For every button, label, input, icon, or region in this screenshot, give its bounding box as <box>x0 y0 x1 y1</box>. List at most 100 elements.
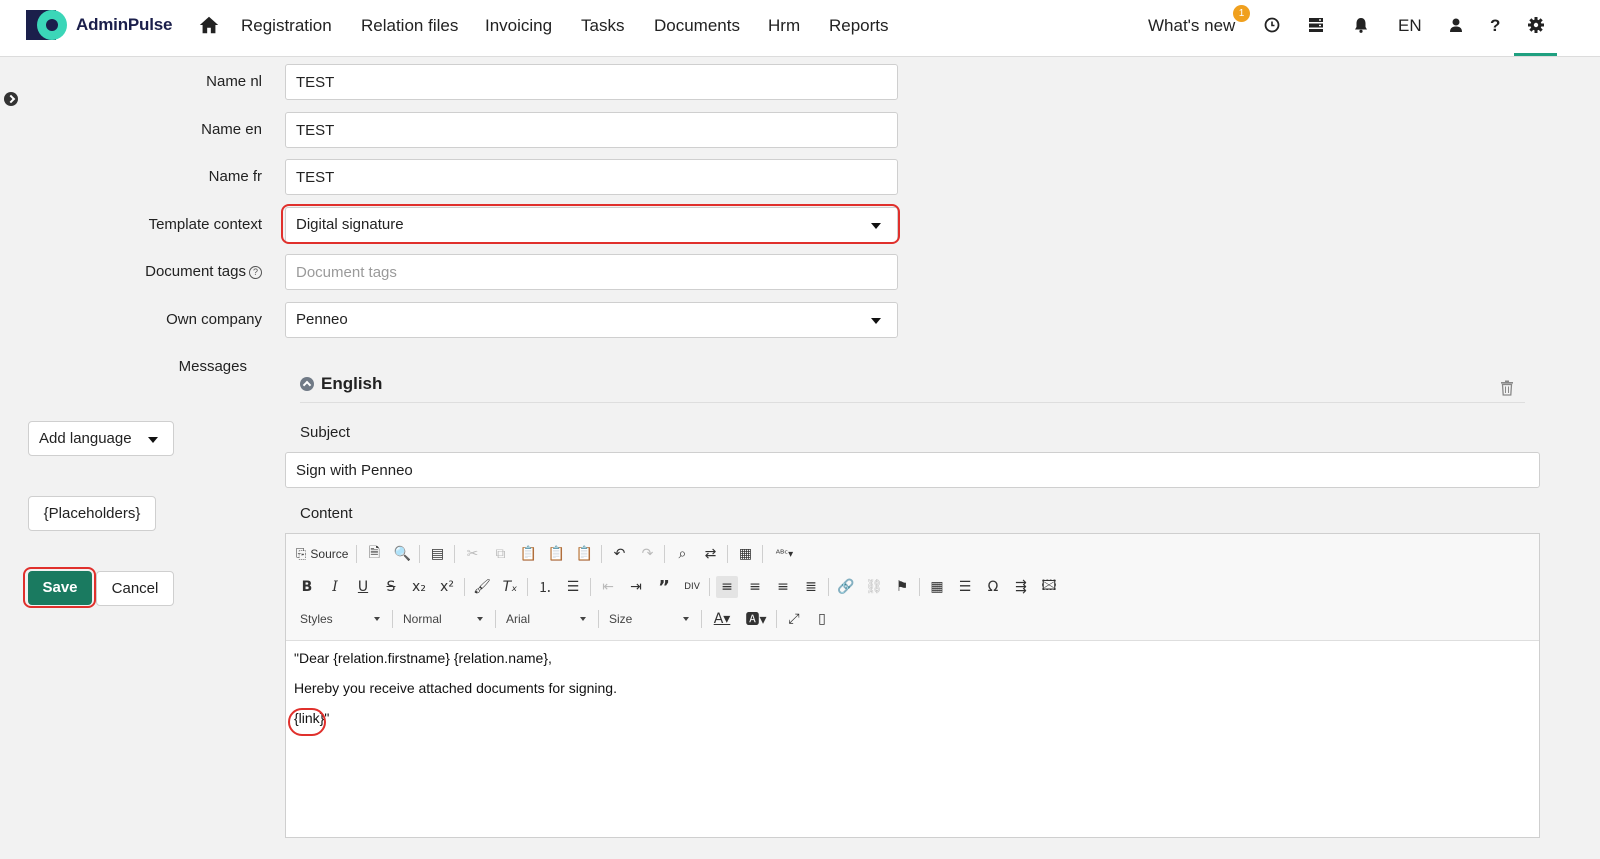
name-en-input[interactable] <box>285 112 898 148</box>
remove-format-icon[interactable]: Tₓ <box>499 576 521 598</box>
subject-input[interactable] <box>285 452 1540 488</box>
language-switch[interactable]: EN <box>1398 16 1422 36</box>
trash-icon[interactable] <box>1500 380 1514 396</box>
justify-icon[interactable]: ≣ <box>800 576 822 598</box>
spellcheck-icon[interactable]: ᴬᴮᶜ▾ <box>769 543 799 565</box>
template-context-select[interactable]: Digital signature <box>285 207 898 243</box>
italic-icon[interactable]: I <box>324 576 346 598</box>
placeholders-button[interactable]: {Placeholders} <box>28 496 156 531</box>
bulleted-list-icon[interactable]: ☰ <box>562 576 584 598</box>
document-tags-label: Document tags? <box>145 263 262 280</box>
server-icon[interactable] <box>1306 15 1326 35</box>
nav-hrm[interactable]: Hrm <box>768 16 800 36</box>
undo-icon[interactable]: ↶ <box>608 543 630 565</box>
align-center-icon[interactable]: ≡ <box>744 576 766 598</box>
subscript-icon[interactable]: x₂ <box>408 576 430 598</box>
rich-text-editor[interactable]: ⎘ Source 🗎 🔍 ▤ ✂ ⧉ 📋 📋 📋 ↶ ↷ ⌕ ⇄ ▦ ᴬᴮᶜ▾ B <box>285 533 1540 838</box>
nav-registration[interactable]: Registration <box>241 16 332 36</box>
templates-icon[interactable]: ▤ <box>426 543 448 565</box>
anchor-flag-icon[interactable]: ⚑ <box>891 576 913 598</box>
table-icon[interactable]: ▦ <box>926 576 948 598</box>
cut-icon[interactable]: ✂ <box>461 543 483 565</box>
redo-icon[interactable]: ↷ <box>636 543 658 565</box>
home-icon[interactable] <box>198 14 220 36</box>
paste-icon[interactable]: 📋 <box>517 543 539 565</box>
language-section-header[interactable]: English <box>300 374 382 394</box>
sidebar-toggle-icon[interactable] <box>4 92 18 106</box>
name-fr-input[interactable] <box>285 159 898 195</box>
div-container-icon[interactable]: DIV <box>681 576 703 598</box>
adminpulse-logo-icon <box>26 10 70 40</box>
bell-icon[interactable] <box>1351 15 1371 35</box>
select-all-icon[interactable]: ▦ <box>734 543 756 565</box>
question-circle-icon[interactable]: ? <box>249 266 262 279</box>
background-color-icon[interactable]: 🅰▾ <box>742 608 770 630</box>
own-company-label: Own company <box>166 311 262 328</box>
nav-relation-files[interactable]: Relation files <box>361 16 458 36</box>
name-nl-input[interactable] <box>285 64 898 100</box>
chevron-down-icon <box>683 617 689 621</box>
link-icon[interactable]: 🔗 <box>835 576 857 598</box>
underline-icon[interactable]: U <box>352 576 374 598</box>
format-label: Normal <box>403 612 442 626</box>
own-company-select[interactable]: Penneo <box>285 302 898 338</box>
toolbar-separator <box>601 545 603 563</box>
clock-icon[interactable] <box>1262 15 1282 35</box>
save-doc-icon[interactable]: 🗎 <box>363 543 385 565</box>
source-button[interactable]: ⎘ Source <box>296 546 348 562</box>
gear-icon[interactable] <box>1526 15 1546 35</box>
strikethrough-icon[interactable]: S <box>380 576 402 598</box>
toolbar-separator <box>727 545 729 563</box>
toolbar-row-3: Styles Normal Arial Size A▾ 🅰▾ ⤢ ▯ <box>296 607 839 631</box>
paste-word-icon[interactable]: 📋 <box>573 543 595 565</box>
outdent-icon[interactable]: ⇤ <box>597 576 619 598</box>
find-icon[interactable]: ⌕ <box>671 543 693 565</box>
bold-icon[interactable]: B <box>296 576 318 598</box>
editor-content[interactable]: "Dear {relation.firstname} {relation.nam… <box>294 650 1531 740</box>
show-blocks-icon[interactable]: ▯ <box>811 608 833 630</box>
superscript-icon[interactable]: x² <box>436 576 458 598</box>
user-icon[interactable] <box>1446 15 1466 35</box>
chevron-up-icon[interactable] <box>300 377 314 391</box>
chevron-down-icon <box>871 223 881 229</box>
special-char-icon[interactable]: Ω <box>982 576 1004 598</box>
save-button[interactable]: Save <box>28 571 92 605</box>
maximize-icon[interactable]: ⤢ <box>783 608 805 630</box>
unlink-icon[interactable]: ⛓ <box>863 576 885 598</box>
nav-documents[interactable]: Documents <box>654 16 740 36</box>
indent-icon[interactable]: ⇥ <box>625 576 647 598</box>
help-icon[interactable]: ? <box>1490 16 1500 36</box>
format-dropdown[interactable]: Normal <box>399 612 487 626</box>
align-right-icon[interactable]: ≡ <box>772 576 794 598</box>
copy-icon[interactable]: ⧉ <box>489 543 511 565</box>
page-break-icon[interactable]: ⇶ <box>1010 576 1032 598</box>
font-dropdown[interactable]: Arial <box>502 612 590 626</box>
toolbar-separator <box>828 578 829 596</box>
whats-new-link[interactable]: What's new <box>1148 16 1235 36</box>
font-label: Arial <box>506 612 531 626</box>
document-tags-input[interactable] <box>285 254 898 290</box>
brand-logo[interactable]: AdminPulse <box>26 10 172 40</box>
horizontal-line-icon[interactable]: ☰ <box>954 576 976 598</box>
section-divider <box>300 402 1525 403</box>
copy-format-icon[interactable]: 🖌 <box>471 576 493 598</box>
image-icon[interactable]: 🖾 <box>1038 576 1060 598</box>
nav-invoicing[interactable]: Invoicing <box>485 16 552 36</box>
content-line: "Dear {relation.firstname} {relation.nam… <box>294 650 552 666</box>
cancel-button[interactable]: Cancel <box>96 571 174 606</box>
replace-icon[interactable]: ⇄ <box>699 543 721 565</box>
align-left-icon[interactable]: ≡ <box>716 576 738 598</box>
toolbar-separator <box>590 578 591 596</box>
nav-reports[interactable]: Reports <box>829 16 889 36</box>
text-color-icon[interactable]: A▾ <box>708 608 736 630</box>
name-nl-label: Name nl <box>206 73 262 90</box>
nav-tasks[interactable]: Tasks <box>581 16 624 36</box>
paste-text-icon[interactable]: 📋 <box>545 543 567 565</box>
preview-icon[interactable]: 🔍 <box>391 543 413 565</box>
add-language-dropdown[interactable]: Add language <box>28 421 174 456</box>
own-company-value: Penneo <box>296 311 348 328</box>
numbered-list-icon[interactable]: ⒈ <box>534 576 556 598</box>
styles-dropdown[interactable]: Styles <box>296 612 384 626</box>
blockquote-icon[interactable]: ” <box>653 576 675 598</box>
size-dropdown[interactable]: Size <box>605 612 693 626</box>
